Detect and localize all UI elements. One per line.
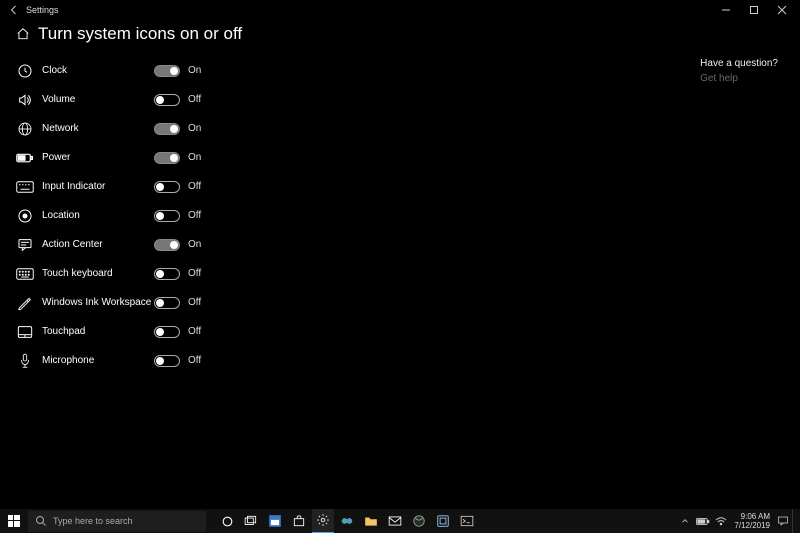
maximize-button[interactable]	[740, 0, 768, 20]
toggle-clock[interactable]	[154, 65, 180, 77]
taskbar-explorer[interactable]	[360, 509, 382, 533]
action-center-icon	[14, 237, 36, 253]
toggle-network[interactable]	[154, 123, 180, 135]
microphone-icon	[14, 353, 36, 369]
app-title: Settings	[26, 5, 59, 15]
toggle-microphone[interactable]	[154, 355, 180, 367]
network-icon	[14, 121, 36, 137]
content-area: Clock On Volume Off	[0, 54, 800, 375]
setting-row-clock: Clock On	[14, 56, 274, 85]
task-view-button[interactable]	[240, 509, 262, 533]
get-help-link[interactable]: Get help	[700, 73, 778, 84]
toggle-state: On	[188, 239, 201, 250]
toggle-state: Off	[188, 268, 201, 279]
setting-label: Location	[42, 210, 154, 221]
page-header: Turn system icons on or off	[0, 20, 800, 54]
setting-label: Volume	[42, 94, 154, 105]
toggle-location[interactable]	[154, 210, 180, 222]
toggle-state: Off	[188, 355, 201, 366]
touch-keyboard-icon	[14, 267, 36, 281]
search-icon	[34, 515, 48, 527]
clock-icon	[14, 63, 36, 79]
toggle-power[interactable]	[154, 152, 180, 164]
back-button[interactable]	[4, 4, 24, 16]
toggle-state: Off	[188, 326, 201, 337]
taskbar-terminal[interactable]	[456, 509, 478, 533]
toggle-action-center[interactable]	[154, 239, 180, 251]
tray-time: 9:06 AM	[741, 512, 770, 521]
setting-row-location: Location Off	[14, 201, 274, 230]
search-placeholder: Type here to search	[53, 516, 133, 526]
volume-icon	[14, 92, 36, 108]
taskbar-xbox[interactable]	[408, 509, 430, 533]
taskbar-app-3[interactable]	[432, 509, 454, 533]
tray-clock[interactable]: 9:06 AM 7/12/2019	[730, 512, 774, 530]
close-button[interactable]	[768, 0, 796, 20]
tray-battery-icon[interactable]	[694, 509, 712, 533]
window-controls	[712, 0, 796, 20]
tray-chevron-icon[interactable]	[676, 509, 694, 533]
taskbar-mail[interactable]	[384, 509, 406, 533]
setting-label: Input Indicator	[42, 181, 154, 192]
toggle-input-indicator[interactable]	[154, 181, 180, 193]
taskbar-settings[interactable]	[312, 509, 334, 533]
minimize-button[interactable]	[712, 0, 740, 20]
toggle-touchpad[interactable]	[154, 326, 180, 338]
location-icon	[14, 208, 36, 224]
setting-row-network: Network On	[14, 114, 274, 143]
toggle-state: Off	[188, 210, 201, 221]
start-button[interactable]	[0, 509, 28, 533]
taskbar-app-2[interactable]	[336, 509, 358, 533]
toggle-ink-workspace[interactable]	[154, 297, 180, 309]
toggle-state: Off	[188, 94, 201, 105]
taskbar: Type here to search	[0, 508, 800, 533]
setting-row-power: Power On	[14, 143, 274, 172]
taskbar-app-1[interactable]	[264, 509, 286, 533]
help-question: Have a question?	[700, 58, 778, 69]
task-icons	[216, 509, 478, 533]
setting-row-volume: Volume Off	[14, 85, 274, 114]
toggle-volume[interactable]	[154, 94, 180, 106]
home-icon[interactable]	[14, 27, 32, 41]
help-panel: Have a question? Get help	[700, 58, 778, 84]
tray-date: 7/12/2019	[734, 521, 770, 530]
setting-row-microphone: Microphone Off	[14, 346, 274, 375]
tray-network-icon[interactable]	[712, 509, 730, 533]
taskbar-search[interactable]: Type here to search	[28, 511, 206, 532]
system-tray: 9:06 AM 7/12/2019	[676, 509, 800, 533]
toggle-state: Off	[188, 181, 201, 192]
setting-label: Windows Ink Workspace	[42, 297, 154, 308]
page-title: Turn system icons on or off	[38, 24, 242, 44]
toggle-state: Off	[188, 297, 201, 308]
setting-row-touchpad: Touchpad Off	[14, 317, 274, 346]
ink-workspace-icon	[14, 295, 36, 311]
show-desktop-button[interactable]	[792, 509, 796, 533]
setting-row-input-indicator: Input Indicator Off	[14, 172, 274, 201]
toggle-state: On	[188, 152, 201, 163]
setting-row-touch-keyboard: Touch keyboard Off	[14, 259, 274, 288]
tray-action-center-icon[interactable]	[774, 509, 792, 533]
power-icon	[14, 152, 36, 164]
setting-label: Network	[42, 123, 154, 134]
input-indicator-icon	[14, 180, 36, 194]
settings-window: Settings Turn system icons on or off	[0, 0, 800, 533]
toggle-state: On	[188, 65, 201, 76]
settings-list: Clock On Volume Off	[14, 56, 274, 375]
cortana-button[interactable]	[216, 509, 238, 533]
setting-label: Touchpad	[42, 326, 154, 337]
setting-label: Power	[42, 152, 154, 163]
toggle-touch-keyboard[interactable]	[154, 268, 180, 280]
setting-label: Clock	[42, 65, 154, 76]
toggle-state: On	[188, 123, 201, 134]
setting-row-ink-workspace: Windows Ink Workspace Off	[14, 288, 274, 317]
setting-label: Microphone	[42, 355, 154, 366]
touchpad-icon	[14, 325, 36, 339]
taskbar-store[interactable]	[288, 509, 310, 533]
title-bar: Settings	[0, 0, 800, 20]
setting-row-action-center: Action Center On	[14, 230, 274, 259]
setting-label: Action Center	[42, 239, 154, 250]
setting-label: Touch keyboard	[42, 268, 154, 279]
